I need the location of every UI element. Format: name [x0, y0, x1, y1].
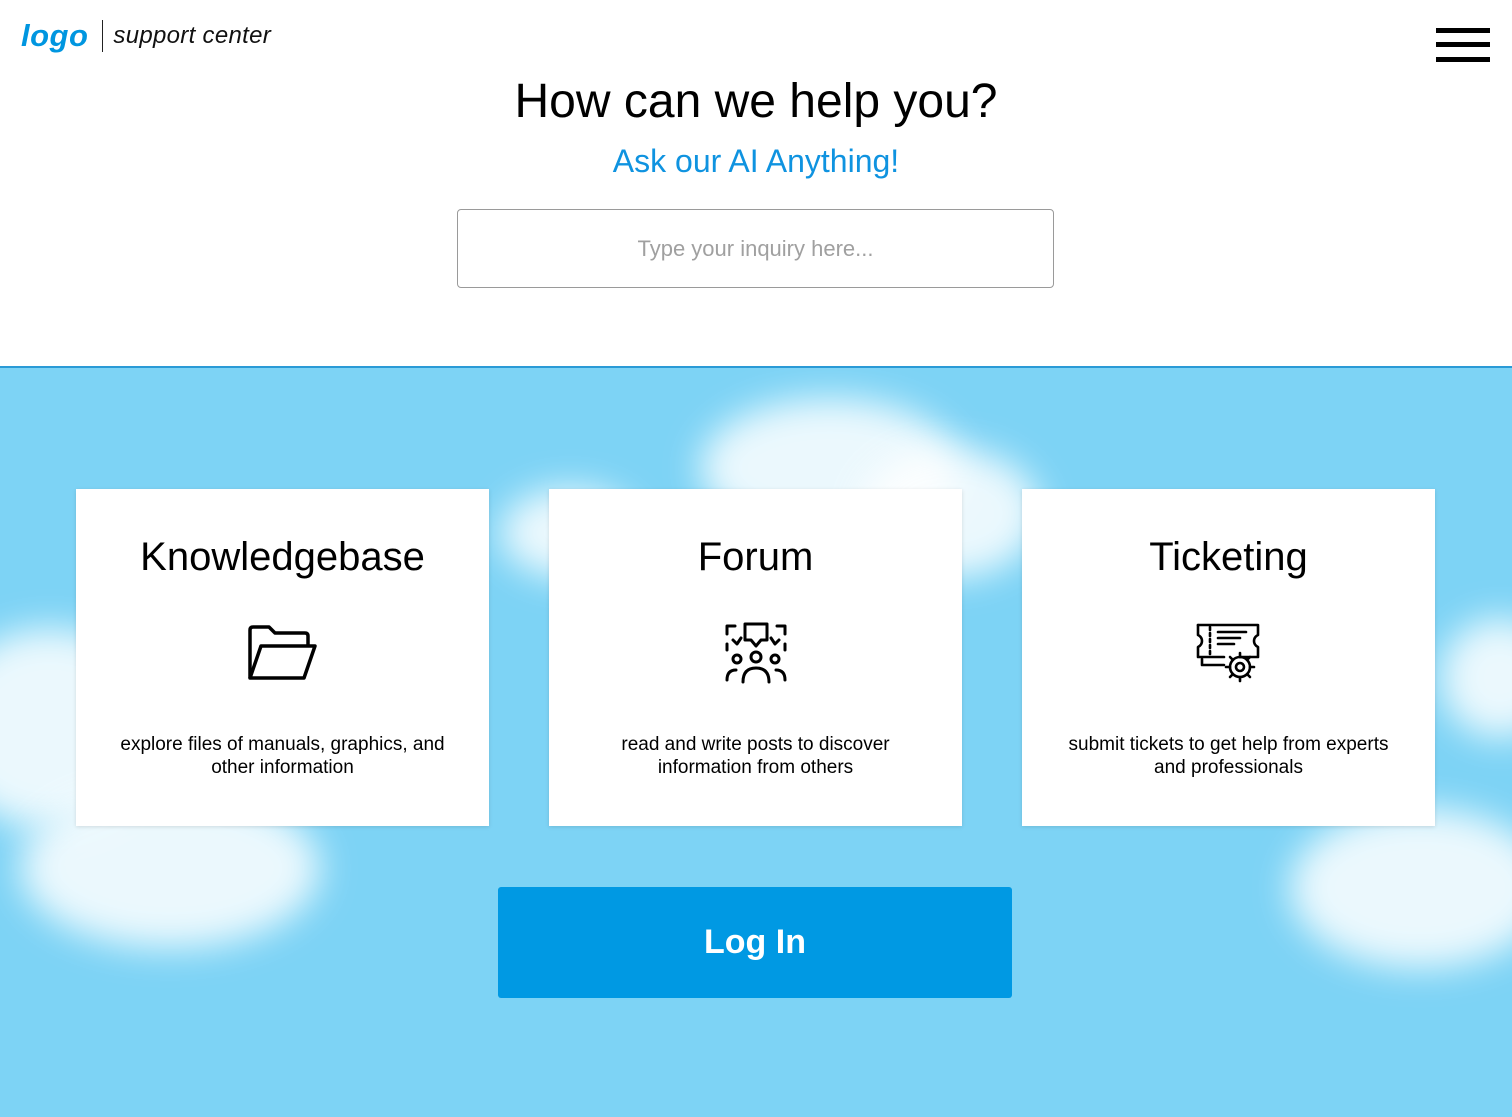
ticket-gear-icon [1189, 613, 1269, 693]
page-title: How can we help you? [514, 75, 998, 128]
inquiry-search-input[interactable] [457, 209, 1054, 288]
cloud-decoration [1440, 618, 1512, 738]
logo[interactable]: logo [21, 18, 102, 54]
folder-open-icon [243, 613, 323, 693]
card-knowledgebase[interactable]: Knowledgebase explore files of manuals, … [76, 489, 489, 826]
menu-bar [1436, 28, 1490, 33]
card-description: submit tickets to get help from experts … [1068, 734, 1389, 778]
menu-bar [1436, 42, 1490, 47]
community-chat-icon [716, 613, 796, 693]
hero-subtitle: Ask our AI Anything! [612, 143, 900, 179]
brand[interactable]: logo support center [21, 18, 271, 54]
login-button[interactable]: Log In [498, 887, 1012, 998]
card-title: Ticketing [1149, 535, 1308, 579]
card-description: read and write posts to discover informa… [621, 734, 890, 778]
card-ticketing[interactable]: Ticketing submit tickets to get help fro… [1022, 489, 1435, 826]
sky-section: Knowledgebase explore files of manuals, … [0, 366, 1512, 1117]
card-title: Forum [697, 535, 814, 579]
menu-bar [1436, 57, 1490, 62]
header: logo support center [0, 0, 1512, 80]
card-title: Knowledgebase [140, 535, 425, 579]
cloud-decoration [1290, 808, 1512, 968]
card-forum[interactable]: Forum read and write posts to discover i… [549, 489, 962, 826]
brand-subtitle: support center [113, 22, 272, 49]
card-description: explore files of manuals, graphics, and … [120, 734, 445, 778]
hamburger-menu-icon[interactable] [1436, 26, 1490, 64]
